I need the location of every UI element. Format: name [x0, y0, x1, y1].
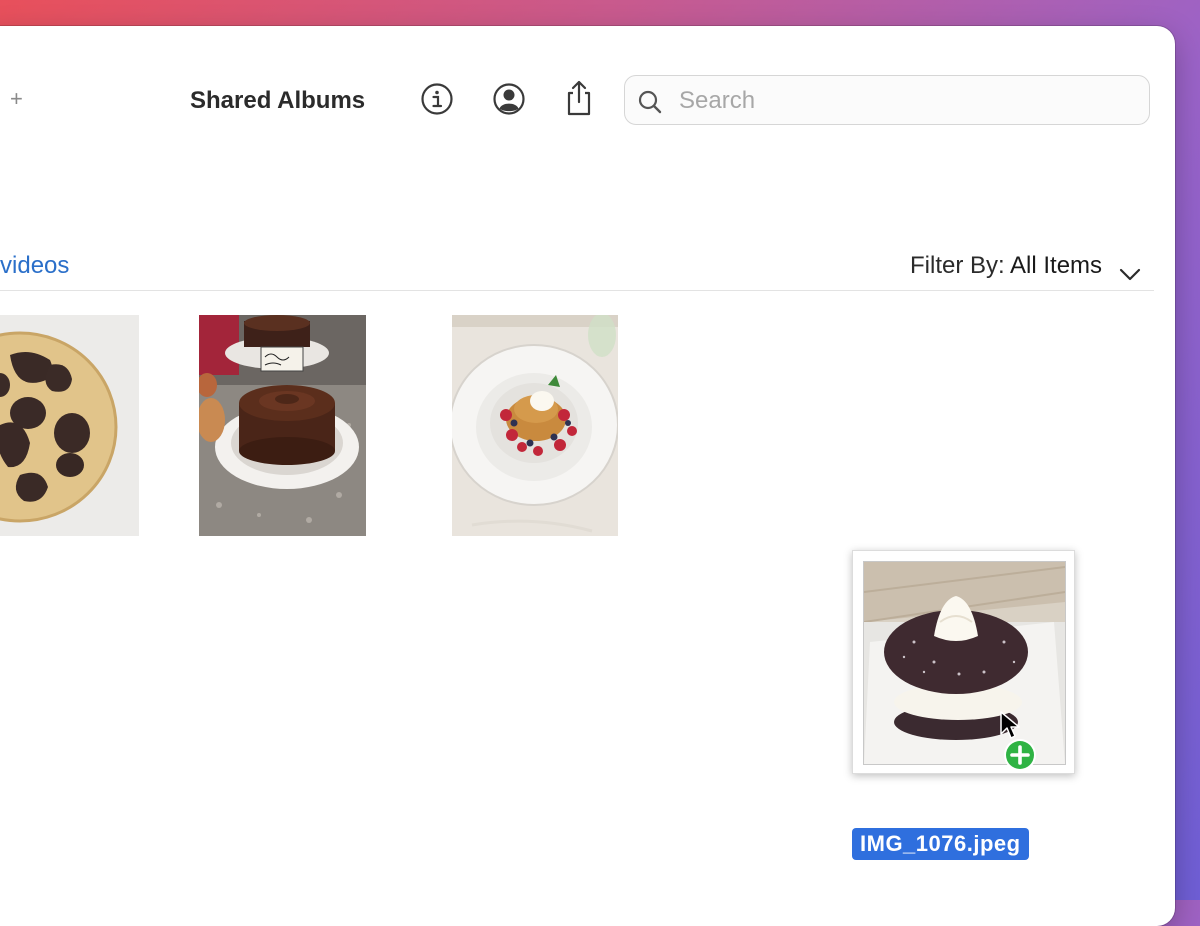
search-field[interactable]	[624, 75, 1150, 125]
chocolate-fudge-cake-photo[interactable]	[199, 315, 366, 536]
dragged-filename-label: IMG_1076.jpeg	[852, 828, 1029, 860]
filter-value: All Items	[1010, 252, 1103, 279]
panna-cotta-photo[interactable]	[452, 315, 618, 536]
info-icon[interactable]	[420, 82, 454, 116]
filter-label: Filter By:	[910, 252, 1005, 279]
section-link[interactable]: d videos	[0, 252, 69, 280]
plus-circle-icon	[1004, 739, 1036, 771]
whoopie-pie-photo	[863, 561, 1066, 765]
page-title: Shared Albums	[190, 87, 366, 114]
divider	[0, 290, 1154, 291]
cookie-photo[interactable]	[0, 315, 139, 536]
search-input[interactable]	[677, 85, 1131, 117]
filter-dropdown[interactable]: Filter By: All Items	[910, 252, 1141, 280]
share-icon[interactable]	[562, 79, 596, 117]
person-circle-icon[interactable]	[492, 82, 526, 116]
chevron-down-icon	[1119, 260, 1141, 280]
add-button[interactable]: +	[10, 86, 23, 112]
search-icon	[637, 89, 663, 115]
drag-preview[interactable]	[852, 550, 1075, 774]
pointer-cursor-icon	[1000, 711, 1020, 739]
photos-window: + Shared Albums d videos	[0, 26, 1175, 926]
